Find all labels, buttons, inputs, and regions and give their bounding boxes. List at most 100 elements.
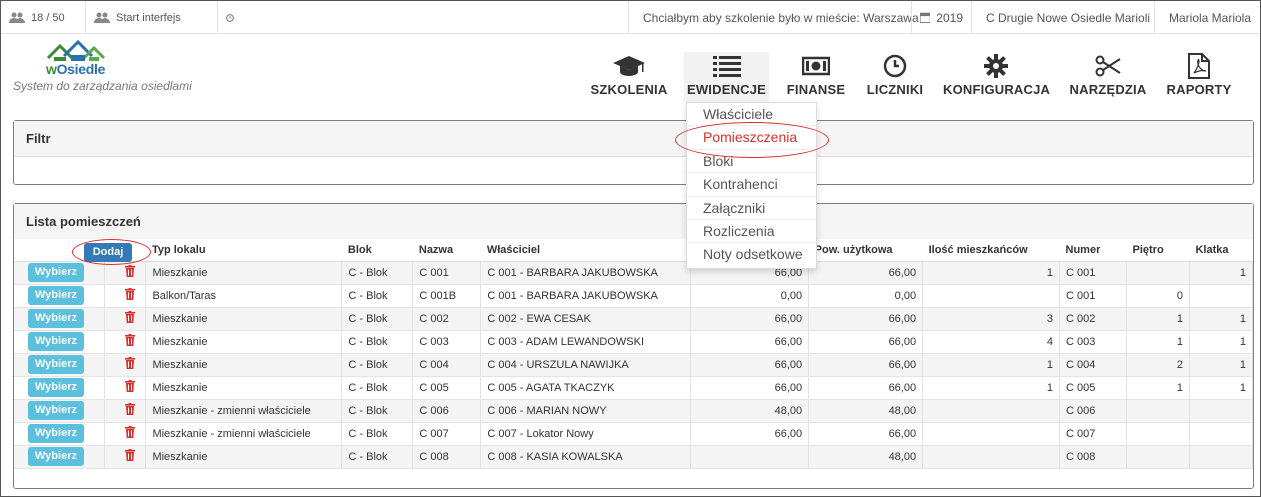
start-interface-link[interactable]: Start interfejs: [86, 1, 218, 34]
users-icon: [94, 12, 110, 23]
list-title: Lista pomieszczeń: [14, 204, 1253, 240]
menu-item-rozliczenia[interactable]: Rozliczenia: [687, 220, 816, 244]
table-cell: Mieszkanie - zmienni właściciele: [145, 422, 343, 446]
col-typ-lokalu[interactable]: Typ lokalu: [145, 239, 342, 262]
table-cell: C 007: [412, 422, 482, 446]
table-cell: 66,00: [690, 376, 810, 400]
select-button[interactable]: Wybierz: [28, 447, 84, 466]
trash-icon[interactable]: [125, 311, 136, 326]
filter-title[interactable]: Filtr: [14, 121, 1253, 157]
city-preference-label: Chciałbym aby szkolenie było w mieście: …: [643, 10, 919, 25]
table-cell: 66,00: [808, 353, 924, 377]
trash-icon[interactable]: [125, 380, 136, 395]
calendar-icon: [920, 12, 931, 23]
trash-icon[interactable]: [125, 334, 136, 349]
nav-konfiguracja[interactable]: KONFIGURACJA: [943, 52, 1050, 102]
trash-icon[interactable]: [125, 265, 136, 280]
table-cell: C - Blok: [341, 307, 414, 331]
table-cell: 1: [1126, 330, 1190, 354]
menu-item-bloki[interactable]: Bloki: [687, 150, 816, 174]
col-pow-uzytkowa[interactable]: Pow. użytkowa: [808, 239, 923, 262]
table-cell: [922, 445, 1061, 469]
table-cell: 1: [922, 376, 1061, 400]
col-klatka[interactable]: Klatka: [1189, 239, 1253, 262]
table-cell: [1189, 284, 1254, 308]
user-menu[interactable]: Mariola Mariola: [1154, 1, 1259, 34]
select-button[interactable]: Wybierz: [28, 263, 84, 282]
table-cell: C 004: [412, 353, 482, 377]
menu-item-zalaczniki[interactable]: Załączniki: [687, 197, 816, 220]
nav-ewidencje[interactable]: EWIDENCJE: [684, 52, 769, 102]
table-cell: [1126, 445, 1190, 469]
start-interface-label: Start interfejs: [116, 11, 181, 24]
table-cell: C 002: [1059, 307, 1127, 331]
col-wlasciciel[interactable]: Właściciel: [480, 239, 691, 262]
select-button[interactable]: Wybierz: [28, 286, 84, 305]
select-button[interactable]: Wybierz: [28, 309, 84, 328]
users-counter[interactable]: 18 / 50: [1, 1, 86, 34]
ewidencje-dropdown: Właściciele Pomieszczenia Bloki Kontrahe…: [686, 102, 817, 269]
table-cell: 1: [922, 353, 1061, 377]
table-cell: C 005: [412, 376, 482, 400]
table-cell: C 006 - MARIAN NOWY: [480, 399, 692, 423]
table-cell: C - Blok: [341, 353, 414, 377]
trash-icon[interactable]: [125, 426, 136, 441]
table-cell: C - Blok: [341, 399, 414, 423]
select-button[interactable]: Wybierz: [28, 424, 84, 443]
table-cell: [1189, 399, 1254, 423]
list-icon: [712, 56, 741, 77]
clock-button[interactable]: [218, 1, 248, 34]
year-selector[interactable]: 2019: [911, 1, 971, 34]
clock-icon: [226, 13, 234, 22]
menu-item-noty-odsetkowe[interactable]: Noty odsetkowe: [687, 243, 816, 266]
col-nazwa[interactable]: Nazwa: [412, 239, 481, 262]
nav-finanse[interactable]: FINANSE: [786, 52, 846, 102]
table-cell: Mieszkanie: [145, 445, 343, 469]
select-button[interactable]: Wybierz: [28, 378, 84, 397]
table-cell: C 001: [412, 261, 482, 285]
table-row: Wybierz Mieszkanie C - Blok C 008 C 008 - KA…: [14, 445, 1254, 469]
col-ilosc-mieszkancow[interactable]: Ilość mieszkańców: [922, 239, 1060, 262]
select-button[interactable]: Wybierz: [28, 332, 84, 351]
city-preference[interactable]: Chciałbym aby szkolenie było w mieście: …: [628, 1, 919, 34]
nav-narzedzia[interactable]: NARZĘDZIA: [1068, 52, 1148, 102]
select-button[interactable]: Wybierz: [28, 401, 84, 420]
table-cell: Mieszkanie - zmienni właściciele: [145, 399, 343, 423]
table-cell: C 003: [412, 330, 482, 354]
menu-item-pomieszczenia[interactable]: Pomieszczenia: [687, 126, 816, 150]
trash-icon[interactable]: [125, 357, 136, 372]
menu-item-kontrahenci[interactable]: Kontrahenci: [687, 173, 816, 197]
top-bar: 18 / 50 Start interfejs Chciałbym aby sz…: [1, 1, 1259, 34]
menu-item-wlasciciele[interactable]: Właściciele: [687, 103, 816, 127]
table-cell: C 001: [1059, 261, 1127, 285]
table-cell: 1: [1189, 307, 1254, 331]
table-cell: 0,00: [808, 284, 924, 308]
table-row: Wybierz Mieszkanie C - Blok C 001 C 001 - BA…: [14, 261, 1254, 285]
add-button[interactable]: Dodaj: [84, 243, 132, 262]
trash-icon[interactable]: [125, 403, 136, 418]
filter-panel: Filtr: [13, 120, 1254, 185]
col-numer[interactable]: Numer: [1059, 239, 1127, 262]
table-cell: C - Blok: [341, 422, 414, 446]
table-cell: 3: [922, 307, 1061, 331]
table-cell: 66,00: [808, 261, 924, 285]
table-cell: C 003: [1059, 330, 1127, 354]
table-row: Wybierz Mieszkanie C - Blok C 004 C 004 - UR…: [14, 353, 1254, 377]
select-button[interactable]: Wybierz: [28, 355, 84, 374]
table-cell: 4: [922, 330, 1061, 354]
trash-icon[interactable]: [125, 288, 136, 303]
col-pietro[interactable]: Piętro: [1126, 239, 1190, 262]
table-cell: C 008: [412, 445, 482, 469]
estate-selector[interactable]: C Drugie Nowe Osiedle Marioli: [971, 1, 1154, 34]
table-cell: 66,00: [690, 353, 810, 377]
nav-raporty[interactable]: RAPORTY: [1165, 52, 1233, 102]
table-cell: C 001B: [412, 284, 482, 308]
trash-icon[interactable]: [125, 449, 136, 464]
table-cell: 66,00: [690, 307, 810, 331]
estate-label: C Drugie Nowe Osiedle Marioli: [986, 10, 1151, 25]
col-blok[interactable]: Blok: [341, 239, 413, 262]
graduation-cap-icon: [613, 56, 645, 76]
nav-szkolenia[interactable]: SZKOLENIA: [590, 52, 668, 102]
nav-liczniki[interactable]: LICZNIKI: [865, 52, 925, 102]
table-cell: C 002: [412, 307, 482, 331]
